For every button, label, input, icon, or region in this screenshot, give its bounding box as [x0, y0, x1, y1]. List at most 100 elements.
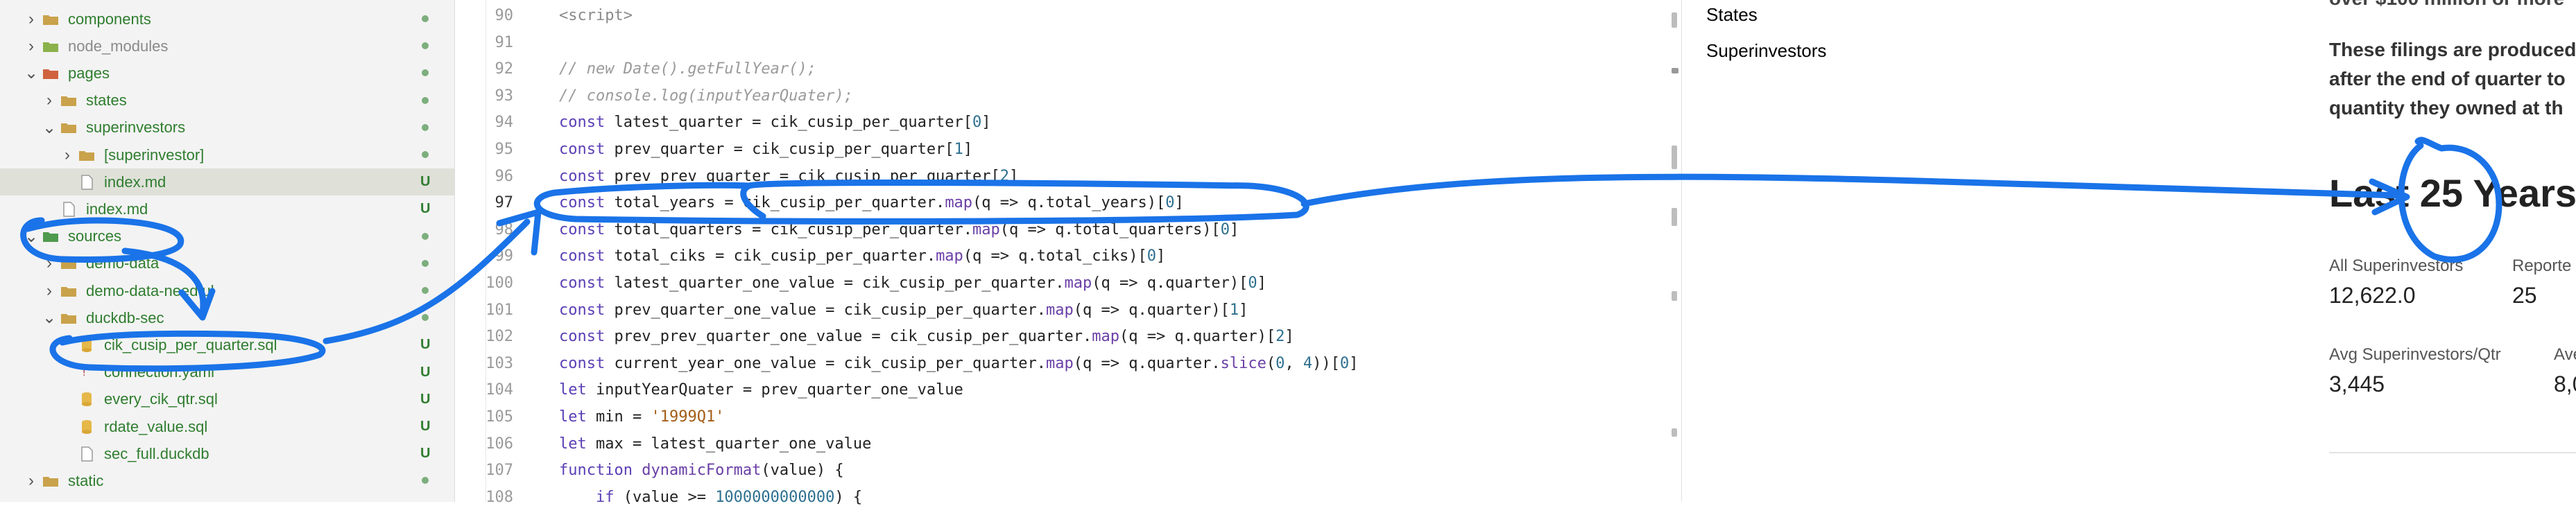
- tree-item[interactable]: sec_full.duckdb U: [0, 440, 454, 467]
- folder-icon: [42, 473, 60, 489]
- line-number: 101: [486, 301, 513, 319]
- tree-item[interactable]: › [superinvestor]: [0, 141, 454, 168]
- tree-item-label: static: [68, 471, 104, 489]
- chevron-down-icon[interactable]: ⌄: [39, 308, 60, 328]
- code-line[interactable]: function dynamicFormat(value) {: [559, 462, 844, 479]
- tree-item-label: node_modules: [68, 37, 169, 55]
- tree-item[interactable]: › node_modules: [0, 33, 454, 60]
- folder-icon: [60, 256, 78, 271]
- status-badge: U: [420, 174, 431, 190]
- stat-label: All Superinvestors: [2329, 256, 2464, 275]
- preview-heading: Last 25 Years: [2329, 171, 2576, 215]
- outline-item-states[interactable]: States: [1706, 4, 1758, 26]
- stat-value: 12,622.0: [2329, 283, 2416, 308]
- line-number: 100: [486, 274, 513, 292]
- scroll-marker: [1672, 428, 1677, 437]
- chevron-down-icon[interactable]: ⌄: [39, 118, 60, 138]
- tree-item-label: connection.yaml: [104, 363, 214, 381]
- status-dot: [422, 477, 429, 485]
- tree-item[interactable]: › states: [0, 87, 454, 114]
- code-line[interactable]: const total_quarters = cik_cusip_per_qua…: [559, 221, 1239, 238]
- chevron-right-icon[interactable]: ›: [57, 146, 78, 165]
- chevron-right-icon[interactable]: ›: [21, 10, 42, 29]
- code-line[interactable]: let max = latest_quarter_one_value: [559, 435, 871, 453]
- tree-item[interactable]: › demo-data: [0, 250, 454, 277]
- code-line[interactable]: // console.log(inputYearQuater);: [559, 87, 853, 105]
- tree-item[interactable]: › components: [0, 6, 454, 33]
- code-line[interactable]: if (value >= 1000000000000) {: [559, 489, 862, 506]
- tree-item[interactable]: ⌄ sources: [0, 223, 454, 250]
- preview-divider: [2329, 452, 2576, 453]
- line-number: 104: [486, 381, 513, 399]
- stat-value: 25: [2512, 283, 2537, 308]
- code-line[interactable]: const prev_prev_quarter = cik_cusip_per_…: [559, 168, 1018, 185]
- chevron-right-icon[interactable]: ›: [39, 281, 60, 301]
- tree-item-label: demo-data-needful: [86, 281, 214, 299]
- stat-value: 3,445: [2329, 372, 2385, 396]
- tree-item[interactable]: rdate_value.sql U: [0, 413, 454, 440]
- tree-item[interactable]: › static: [0, 467, 454, 494]
- tree-item-label: index.md: [104, 173, 166, 191]
- database-icon: [78, 419, 96, 435]
- tree-item[interactable]: index.md U: [0, 168, 454, 196]
- stat-label: Ave: [2554, 345, 2576, 364]
- tree-item-label: duckdb-sec: [86, 308, 164, 326]
- chevron-down-icon[interactable]: ⌄: [21, 227, 42, 247]
- tree-item[interactable]: cik_cusip_per_quarter.sql U: [0, 331, 454, 358]
- outline-item-superinvestors[interactable]: Superinvestors: [1706, 40, 1826, 62]
- tree-item[interactable]: ⌄ duckdb-sec: [0, 304, 454, 331]
- line-number: 98: [495, 220, 514, 238]
- file-icon: [78, 446, 96, 462]
- chevron-right-icon[interactable]: ›: [21, 37, 42, 56]
- code-line[interactable]: const prev_quarter_one_value = cik_cusip…: [559, 302, 1248, 319]
- tree-item-label: demo-data: [86, 254, 160, 272]
- chevron-right-icon[interactable]: ›: [39, 91, 60, 110]
- chevron-right-icon[interactable]: ›: [21, 471, 42, 491]
- tree-item[interactable]: every_cik_qtr.sql U: [0, 386, 454, 413]
- yaml-icon: !: [78, 365, 96, 380]
- tree-item-label: index.md: [86, 200, 148, 218]
- status-badge: U: [420, 446, 431, 462]
- code-line[interactable]: const prev_quarter = cik_cusip_per_quart…: [559, 141, 972, 158]
- code-line[interactable]: const total_years = cik_cusip_per_quarte…: [559, 194, 1184, 211]
- tree-item[interactable]: ⌄ pages: [0, 60, 454, 87]
- tree-item-label: [superinvestor]: [104, 146, 205, 164]
- tree-item[interactable]: index.md U: [0, 195, 454, 223]
- code-line[interactable]: // new Date().getFullYear();: [559, 60, 816, 78]
- code-line[interactable]: let min = '1999Q1': [559, 408, 724, 426]
- scroll-marker: [1672, 208, 1677, 226]
- stat-label: Avg Superinvestors/Qtr: [2329, 345, 2501, 364]
- stat-value: 8,0: [2554, 372, 2576, 396]
- code-line[interactable]: <script>: [559, 7, 633, 24]
- line-number: 105: [486, 408, 513, 426]
- file-icon: [60, 202, 78, 217]
- status-dot: [422, 123, 429, 131]
- code-line[interactable]: const latest_quarter = cik_cusip_per_qua…: [559, 114, 991, 131]
- line-number: 108: [486, 488, 513, 506]
- tree-item-label: superinvestors: [86, 119, 186, 137]
- status-badge: U: [420, 419, 431, 434]
- status-dot: [422, 232, 429, 240]
- code-line[interactable]: const latest_quarter_one_value = cik_cus…: [559, 274, 1266, 292]
- code-line[interactable]: const prev_prev_quarter_one_value = cik_…: [559, 328, 1294, 345]
- folder-icon: [42, 12, 60, 27]
- tree-item-label: sources: [68, 227, 122, 245]
- code-line[interactable]: let inputYearQuater = prev_quarter_one_v…: [559, 381, 963, 399]
- scroll-marker: [1672, 68, 1678, 73]
- scroll-marker: [1672, 146, 1677, 169]
- line-number: 106: [486, 435, 513, 453]
- database-icon: [78, 338, 96, 353]
- chevron-right-icon[interactable]: ›: [39, 254, 60, 273]
- code-line[interactable]: const total_ciks = cik_cusip_per_quarter…: [559, 247, 1165, 265]
- folder-icon: [60, 93, 78, 108]
- chevron-down-icon[interactable]: ⌄: [21, 63, 42, 83]
- scroll-marker: [1672, 291, 1677, 301]
- tree-item-label: pages: [68, 64, 110, 82]
- tree-item[interactable]: ⌄ superinvestors: [0, 114, 454, 141]
- folder-icon: [78, 148, 96, 163]
- tree-item[interactable]: › demo-data-needful: [0, 277, 454, 304]
- folder-icon: [60, 120, 78, 135]
- stat-label: Reporte: [2512, 256, 2572, 275]
- tree-item[interactable]: ! connection.yaml U: [0, 359, 454, 386]
- code-line[interactable]: const current_year_one_value = cik_cusip…: [559, 355, 1358, 372]
